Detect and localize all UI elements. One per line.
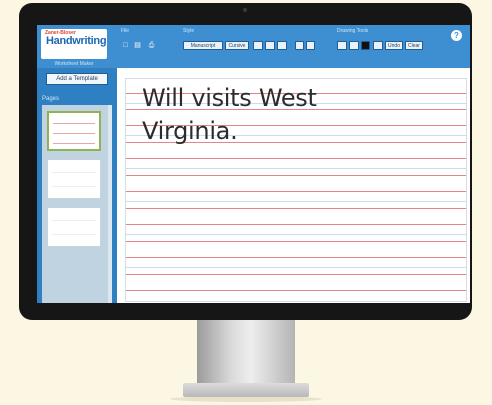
manuscript-button[interactable]: Manuscript (183, 41, 223, 50)
add-template-button[interactable]: Add a Template (46, 73, 108, 85)
undo-button[interactable]: Undo (385, 41, 403, 50)
handwriting-line-1: Will visits West (142, 84, 317, 112)
pages-label: Pages (42, 96, 60, 102)
rule-line (126, 168, 466, 169)
font-size-down-button[interactable] (306, 41, 315, 50)
rule-line (126, 158, 466, 159)
pages-sidebar: Add a Template Pages (37, 68, 117, 303)
logo-title: Handwriting (46, 35, 107, 47)
rule-line (126, 234, 466, 235)
pencil-icon[interactable] (337, 41, 347, 50)
page-thumbnail[interactable] (47, 159, 101, 199)
logo-subtitle: Worksheet Maker (54, 61, 94, 67)
rule-line (126, 274, 466, 275)
rule-line (126, 201, 466, 202)
new-document-icon[interactable]: □ (121, 41, 130, 50)
eraser-icon[interactable] (349, 41, 359, 50)
style-option-1-button[interactable] (253, 41, 263, 50)
rule-line (126, 257, 466, 258)
rule-line (126, 191, 466, 192)
font-size-up-button[interactable] (295, 41, 304, 50)
rule-line (126, 241, 466, 242)
drawing-group-label: Drawing Tools (337, 28, 369, 34)
clear-button[interactable]: Clear (405, 41, 423, 50)
monitor-stand-neck (197, 320, 295, 384)
cursive-button[interactable]: Cursive (225, 41, 249, 50)
top-toolbar: Zaner-Bloser Handwriting Worksheet Maker… (37, 25, 470, 68)
file-group-label: File (121, 28, 130, 34)
pages-list (42, 105, 108, 303)
style-option-3-button[interactable] (277, 41, 287, 50)
app-screen: Zaner-Bloser Handwriting Worksheet Maker… (37, 25, 470, 303)
color-swatch-icon[interactable] (361, 41, 370, 50)
open-file-icon[interactable]: ▤ (133, 41, 142, 50)
app-logo: Zaner-Bloser Handwriting (41, 29, 107, 59)
print-icon[interactable]: ⎙ (147, 41, 156, 50)
rule-line (126, 224, 466, 225)
style-option-2-button[interactable] (265, 41, 275, 50)
rule-line (126, 175, 466, 176)
rule-line (126, 267, 466, 268)
pages-scrollbar[interactable] (108, 105, 112, 303)
worksheet-page[interactable]: Will visits West Virginia. (125, 78, 467, 302)
zoom-icon[interactable] (373, 41, 383, 50)
camera-dot (243, 8, 247, 12)
rule-line (126, 208, 466, 209)
page-thumbnail[interactable] (47, 111, 101, 151)
style-group-label: Style (183, 28, 195, 34)
page-thumbnail[interactable] (47, 207, 101, 247)
monitor-stand-base (183, 383, 309, 397)
handwriting-line-2: Virginia. (142, 117, 238, 145)
help-icon[interactable]: ? (451, 30, 462, 41)
rule-line (126, 290, 466, 291)
